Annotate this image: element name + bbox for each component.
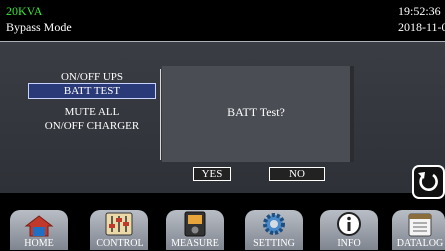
menu-item-mute-all[interactable]: MUTE ALL xyxy=(28,105,156,119)
menu-item-batt-test[interactable]: BATT TEST xyxy=(28,84,156,98)
sliders-icon xyxy=(105,212,133,236)
dialog-shadow xyxy=(350,66,354,162)
gear-icon xyxy=(263,213,285,235)
calendar-icon xyxy=(408,213,432,237)
operating-mode: Bypass Mode xyxy=(6,20,72,34)
tab-label-datalog: DATALOG xyxy=(396,238,444,249)
meter-icon xyxy=(184,211,206,237)
back-button[interactable] xyxy=(412,165,445,199)
no-button[interactable]: NO xyxy=(269,167,325,181)
menu-separator xyxy=(160,69,161,160)
refresh-back-icon xyxy=(418,172,438,191)
clock-time: 19:52:36 xyxy=(398,4,441,18)
tab-label-setting: SETTING xyxy=(253,238,295,249)
tab-label-measure: MEASURE xyxy=(171,238,219,249)
clock-date: 2018-11-0 xyxy=(398,20,445,34)
yes-button[interactable]: YES xyxy=(193,167,231,181)
menu-item-onoff-charger[interactable]: ON/OFF CHARGER xyxy=(28,119,156,133)
info-icon xyxy=(337,212,361,236)
tab-label-info: INFO xyxy=(337,238,361,249)
dialog-message: BATT Test? xyxy=(227,105,285,119)
power-rating: 20KVA xyxy=(6,4,43,18)
tab-label-home: HOME xyxy=(24,238,54,249)
tab-label-control: CONTROL xyxy=(96,238,144,249)
home-icon xyxy=(24,215,54,237)
menu-item-onoff-ups[interactable]: ON/OFF UPS xyxy=(28,70,156,84)
